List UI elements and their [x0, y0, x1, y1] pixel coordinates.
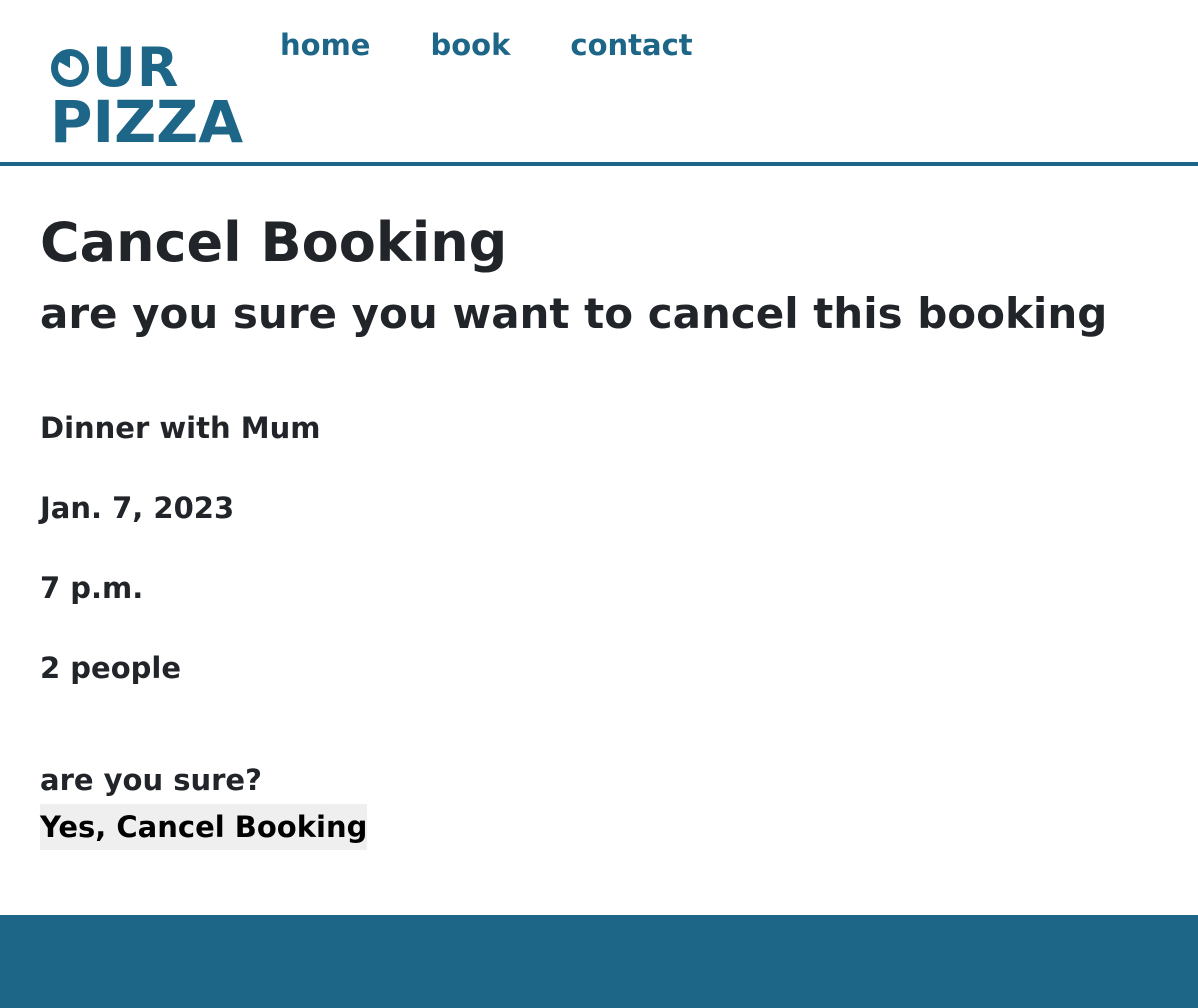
logo-text-ur: UR	[92, 36, 180, 99]
nav-home-link[interactable]: home	[280, 28, 370, 62]
page-title: Cancel Booking	[40, 211, 508, 274]
booking-guests: 2 people	[40, 651, 181, 685]
confirm-cancel-button[interactable]: Yes, Cancel Booking	[40, 804, 368, 850]
main-nav: home book contact	[280, 28, 693, 62]
site-header: UR PIZZA home book contact	[0, 0, 1198, 166]
logo-text-pizza: PIZZA	[50, 88, 244, 156]
booking-details: Dinner with Mum Jan. 7, 2023 7 p.m. 2 pe…	[40, 410, 1198, 730]
booking-date: Jan. 7, 2023	[40, 491, 235, 525]
site-footer	[0, 915, 1198, 1008]
ring-icon	[51, 49, 89, 87]
main-content: Cancel Booking are you sure you want to …	[0, 166, 1198, 850]
booking-time: 7 p.m.	[40, 571, 144, 605]
page-subtitle: are you sure you want to cancel this boo…	[40, 289, 1108, 338]
nav-book-link[interactable]: book	[430, 28, 510, 62]
nav-contact-link[interactable]: contact	[570, 28, 692, 62]
site-logo[interactable]: UR PIZZA	[50, 36, 244, 156]
confirm-label: are you sure?	[40, 763, 262, 797]
booking-name: Dinner with Mum	[40, 411, 321, 445]
